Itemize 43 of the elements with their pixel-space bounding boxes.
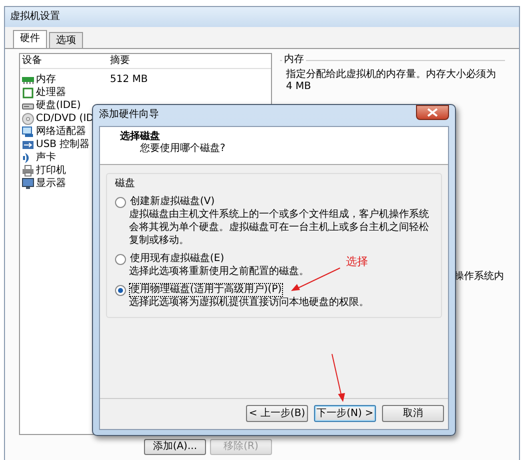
device-name: 内存 [36, 73, 56, 86]
option-label[interactable]: 使用物理磁盘(适用于高级用户)(P) [130, 284, 282, 296]
device-summary: 512 MB [110, 73, 148, 86]
option-description: 选择此选项将重新使用之前配置的磁盘。 [128, 265, 310, 278]
network-icon [22, 126, 34, 138]
option-label[interactable]: 使用现有虚拟磁盘(E) [130, 253, 224, 265]
option-description: 选择此选项将为虚拟机提供直接访问本地硬盘的权限。 [128, 296, 370, 309]
group-title: 磁盘 [115, 178, 135, 189]
close-icon [427, 108, 438, 117]
dialog-subheading: 您要使用哪个磁盘? [139, 143, 226, 155]
option-label[interactable]: 创建新虚拟磁盘(V) [130, 196, 215, 208]
radio-button[interactable] [115, 254, 126, 264]
radio-button[interactable] [115, 284, 126, 296]
device-name: 打印机 [36, 164, 66, 177]
list-button[interactable]: 添加(A)... [144, 439, 206, 455]
column-header: 摘要 [110, 55, 130, 67]
annotation-arrow [332, 354, 345, 402]
usb-icon [22, 138, 34, 150]
device-name: 声卡 [36, 151, 56, 164]
option-description: 虚拟磁盘由主机文件系统上的一个或多个文件组成，客户机操作系统会将其视为单个硬盘。虚拟磁盘可在一台主机上或多台主机之间轻松复制或移动。 [128, 208, 430, 247]
group-title: 内存 [282, 54, 306, 66]
memory-description: 指定分配给此虚拟机的内存量。内存大小必须为 4 MB [286, 69, 497, 93]
radio-button[interactable] [115, 196, 126, 208]
annotation-label: 选择 [346, 256, 368, 268]
device-name: 网络适配器 [36, 125, 86, 138]
device-name: 显示器 [36, 177, 66, 190]
tab[interactable]: 选项 [49, 32, 83, 48]
dialog-heading: 选择磁盘 [120, 131, 160, 143]
dialog-button[interactable]: < 上一步(B) [246, 405, 308, 422]
chip-icon [22, 86, 34, 98]
printer-icon [22, 164, 34, 176]
monitor-icon [22, 178, 34, 190]
window-title: 虚拟机设置 [5, 7, 519, 27]
device-name: USB 控制器 [36, 138, 90, 151]
device-name: 处理器 [36, 86, 66, 99]
column-header: 设备 [22, 55, 43, 67]
disc-icon [22, 112, 34, 124]
tab[interactable]: 硬件 [13, 30, 47, 48]
dialog-title: 添加硬件向导 [99, 108, 159, 122]
device-name: 硬盘(IDE) [36, 99, 81, 112]
close-button[interactable] [416, 105, 449, 120]
dialog-button[interactable]: 下一步(N) > [314, 405, 376, 422]
dialog-button[interactable]: 取消 [382, 405, 444, 422]
